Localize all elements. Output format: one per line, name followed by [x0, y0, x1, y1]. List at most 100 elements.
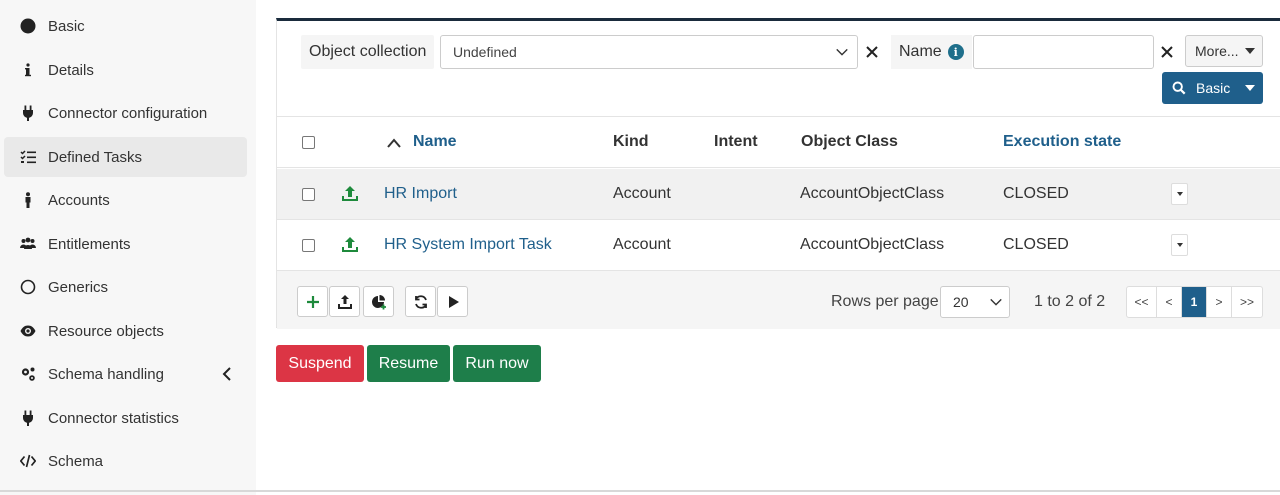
- row-actions-dropdown[interactable]: [1171, 183, 1188, 205]
- add-report-button[interactable]: [363, 286, 394, 317]
- sidebar-item-label: Generics: [48, 278, 109, 296]
- sidebar-item-resource-objects[interactable]: Resource objects: [4, 311, 247, 351]
- row-checkbox[interactable]: [302, 239, 315, 252]
- caret-down-icon: [1176, 192, 1183, 196]
- task-object-class: AccountObjectClass: [800, 185, 945, 202]
- eye-icon: [18, 321, 38, 341]
- upload-icon: [342, 186, 358, 201]
- sidebar-item-label: Entitlements: [48, 235, 131, 253]
- task-object-class: AccountObjectClass: [800, 236, 945, 253]
- search-mode-dropdown[interactable]: [1237, 72, 1263, 104]
- search-icon: [1172, 81, 1186, 95]
- sidebar-item-label: Connector configuration: [48, 104, 208, 122]
- basic-search-label: Basic: [1196, 80, 1231, 96]
- sidebar-item-label: Resource objects: [48, 322, 164, 340]
- suspend-button[interactable]: Suspend: [276, 345, 364, 382]
- sidebar-item-schema[interactable]: Schema: [4, 441, 247, 481]
- chevron-down-icon: [990, 298, 1002, 306]
- sidebar-item-schema-handling[interactable]: Schema handling: [4, 354, 247, 394]
- sidebar-item-label: Defined Tasks: [48, 148, 142, 166]
- sidebar-item-connector-configuration[interactable]: Connector configuration: [4, 93, 247, 133]
- play-button[interactable]: [437, 286, 468, 317]
- sidebar-item-label: Connector statistics: [48, 409, 179, 427]
- task-name-link[interactable]: HR Import: [384, 185, 457, 203]
- clear-name-filter-icon[interactable]: [1157, 42, 1177, 62]
- more-filters-label: More...: [1195, 43, 1239, 59]
- name-filter-input[interactable]: [973, 35, 1154, 69]
- cogs-icon: [18, 364, 38, 384]
- sidebar-item-label: Basic: [48, 17, 85, 35]
- object-collection-select[interactable]: Undefined: [440, 35, 858, 69]
- object-collection-label: Object collection: [301, 35, 435, 69]
- sidebar-item-details[interactable]: Details: [4, 50, 247, 90]
- plus-icon: [306, 295, 319, 308]
- code-icon: [18, 451, 38, 471]
- refresh-button[interactable]: [405, 286, 436, 317]
- task-name-link[interactable]: HR System Import Task: [384, 236, 552, 254]
- table-row[interactable]: HR Import Account AccountObjectClass CLO…: [277, 169, 1280, 220]
- import-task-button[interactable]: [329, 286, 360, 317]
- run-now-button[interactable]: Run now: [453, 345, 541, 382]
- first-page-button[interactable]: <<: [1127, 287, 1157, 317]
- caret-down-icon: [1244, 48, 1255, 54]
- sidebar-item-defined-tasks[interactable]: Defined Tasks: [4, 137, 247, 177]
- task-kind: Account: [613, 236, 671, 253]
- sidebar-item-label: Schema: [48, 452, 104, 470]
- clear-object-collection-icon[interactable]: [862, 42, 882, 62]
- info-icon[interactable]: i: [947, 44, 964, 60]
- users-icon: [18, 234, 38, 254]
- row-checkbox[interactable]: [302, 188, 315, 201]
- name-label-text: Name: [899, 43, 942, 60]
- sidebar: Basic Details Connector configuration De…: [0, 0, 256, 495]
- more-filters-button[interactable]: More...: [1185, 35, 1263, 67]
- upload-icon: [342, 237, 358, 252]
- sidebar-item-connector-statistics[interactable]: Connector statistics: [4, 398, 247, 438]
- refresh-icon: [414, 294, 427, 309]
- last-page-button[interactable]: >>: [1232, 287, 1262, 317]
- column-header-intent: Intent: [714, 133, 758, 150]
- person-icon: [18, 190, 38, 210]
- info-icon: [18, 60, 38, 80]
- caret-down-icon: [1176, 243, 1183, 247]
- sidebar-item-label: Details: [48, 61, 94, 79]
- plug-icon: [18, 408, 38, 428]
- task-execution-state: CLOSED: [1003, 185, 1069, 202]
- rows-per-page-label: Rows per page: [831, 293, 939, 310]
- resume-button[interactable]: Resume: [367, 345, 450, 382]
- task-execution-state: CLOSED: [1003, 236, 1069, 253]
- task-kind: Account: [613, 185, 671, 202]
- upload-icon: [337, 294, 352, 309]
- search-filter-bar: Object collection Undefined Name i More.…: [277, 21, 1280, 117]
- column-header-kind: Kind: [613, 133, 649, 150]
- sort-ascending-icon[interactable]: [387, 137, 401, 149]
- sidebar-item-label: Schema handling: [48, 365, 164, 383]
- add-task-button[interactable]: [297, 286, 328, 317]
- pagination: << < 1 > >>: [1126, 286, 1263, 318]
- tasks-panel: Object collection Undefined Name i More.…: [276, 18, 1280, 329]
- column-header-execution-state[interactable]: Execution state: [1003, 133, 1121, 151]
- sidebar-item-basic[interactable]: Basic: [4, 6, 247, 46]
- page-bottom-border: [0, 490, 1280, 492]
- object-collection-value: Undefined: [453, 44, 517, 60]
- column-header-name[interactable]: Name: [413, 133, 457, 151]
- basic-search-button[interactable]: Basic: [1162, 72, 1263, 104]
- rows-per-page-select[interactable]: 20: [940, 286, 1010, 318]
- prev-page-button[interactable]: <: [1157, 287, 1182, 317]
- page-1-button[interactable]: 1: [1182, 287, 1207, 317]
- plug-icon: [18, 103, 38, 123]
- table-header: Name Kind Intent Object Class Execution …: [277, 118, 1280, 168]
- chevron-left-icon[interactable]: [219, 366, 235, 382]
- row-actions-dropdown[interactable]: [1171, 234, 1188, 256]
- next-page-button[interactable]: >: [1207, 287, 1232, 317]
- sidebar-item-accounts[interactable]: Accounts: [4, 180, 247, 220]
- circle-filled-icon: [18, 16, 38, 36]
- table-footer: Rows per page 20 1 to 2 of 2 << < 1 > >>: [277, 271, 1280, 329]
- sidebar-item-generics[interactable]: Generics: [4, 267, 247, 307]
- tasks-list-icon: [18, 147, 38, 167]
- circle-outline-icon: [18, 277, 38, 297]
- name-filter-label: Name i: [891, 35, 972, 69]
- table-row[interactable]: HR System Import Task Account AccountObj…: [277, 220, 1280, 271]
- chart-pie-plus-icon: [371, 294, 386, 309]
- sidebar-item-entitlements[interactable]: Entitlements: [4, 224, 247, 264]
- select-all-checkbox[interactable]: [302, 136, 315, 149]
